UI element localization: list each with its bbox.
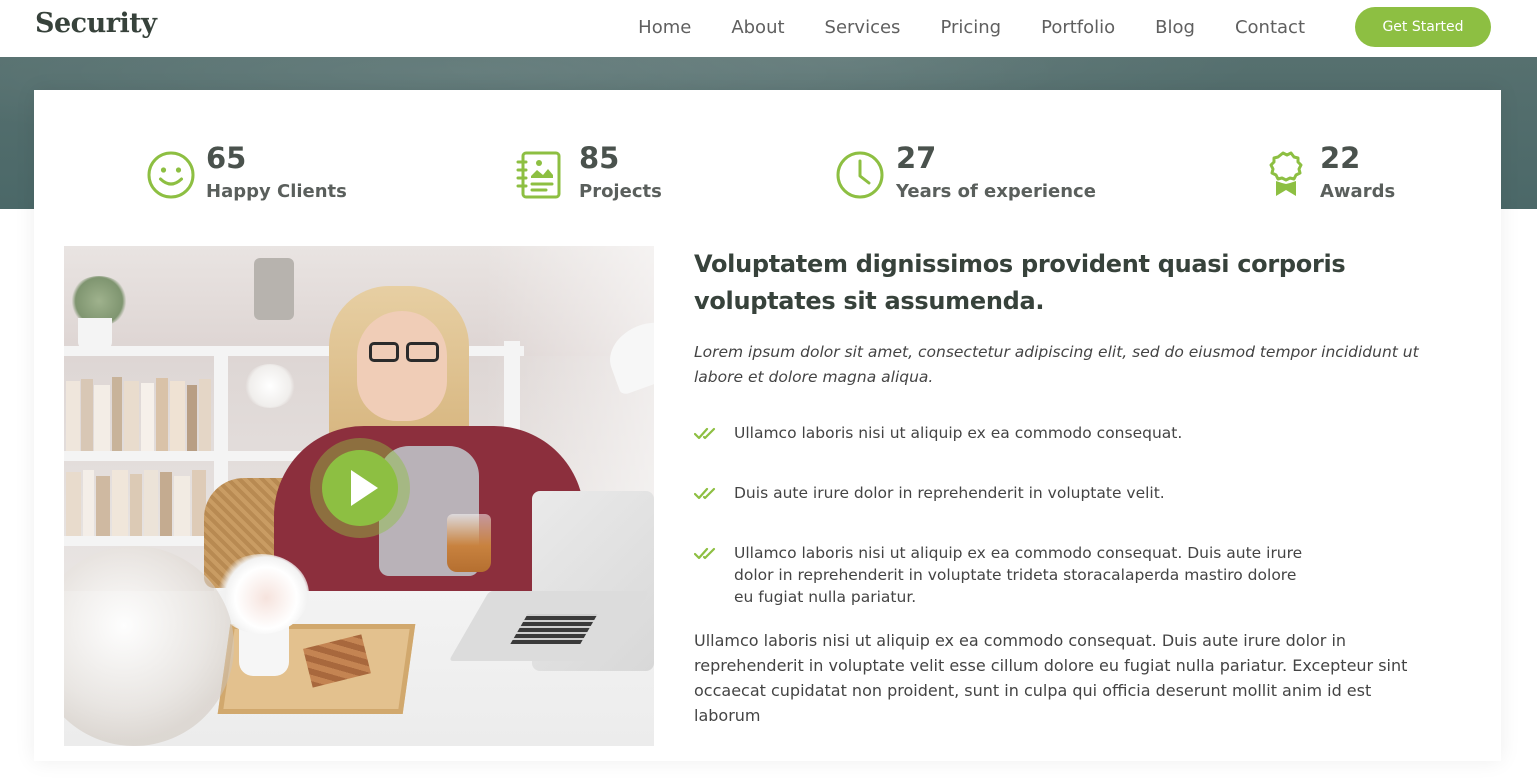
about-content: Voluptatem dignissimos provident quasi c… — [694, 246, 1454, 725]
nav-blog[interactable]: Blog — [1155, 15, 1195, 41]
check-text: Duis aute irure dolor in reprehenderit i… — [734, 484, 1165, 502]
check-item: Duis aute irure dolor in reprehenderit i… — [694, 482, 1304, 504]
award-icon — [1269, 151, 1303, 196]
stat-label: Projects — [579, 181, 662, 202]
video-play-button[interactable] — [310, 438, 410, 538]
stat-value: 27 — [896, 141, 937, 175]
about-title: Voluptatem dignissimos provident quasi c… — [694, 250, 1346, 315]
lantern — [254, 258, 294, 320]
stat-value: 65 — [206, 141, 247, 175]
check-item: Ullamco laboris nisi ut aliquip ex ea co… — [694, 422, 1304, 444]
glasses-left — [369, 342, 399, 362]
get-started-button[interactable]: Get Started — [1355, 7, 1491, 47]
stat-label: Years of experience — [896, 181, 1096, 202]
nav-contact[interactable]: Contact — [1235, 15, 1305, 41]
play-triangle — [351, 470, 378, 506]
shelf-flowers — [244, 364, 296, 408]
nav-services[interactable]: Services — [825, 15, 901, 41]
check-text: Ullamco laboris nisi ut aliquip ex ea co… — [734, 544, 1303, 606]
books-row-1 — [66, 376, 212, 451]
nav-about[interactable]: About — [731, 15, 784, 41]
nav-pricing[interactable]: Pricing — [940, 15, 1001, 41]
plant-pot — [78, 318, 112, 350]
tea-glass — [447, 514, 491, 572]
books-row-2 — [66, 468, 212, 536]
about-lead: Lorem ipsum dolor sit amet, consectetur … — [694, 343, 1419, 386]
stat-value: 22 — [1320, 141, 1361, 175]
about-paragraph: Ullamco laboris nisi ut aliquip ex ea co… — [694, 631, 1408, 725]
play-icon[interactable] — [322, 450, 398, 526]
double-check-icon — [694, 427, 716, 440]
glasses-right — [406, 342, 439, 362]
check-text: Ullamco laboris nisi ut aliquip ex ea co… — [734, 424, 1183, 442]
stat-value: 85 — [579, 141, 620, 175]
nav-portfolio[interactable]: Portfolio — [1041, 15, 1115, 41]
smile-icon — [147, 151, 195, 199]
double-check-icon — [694, 547, 716, 560]
nav-home[interactable]: Home — [638, 15, 691, 41]
about-video-thumbnail[interactable] — [64, 246, 654, 746]
person-face — [357, 311, 447, 421]
site-logo[interactable]: Security — [35, 8, 157, 39]
journal-richtext-icon — [516, 151, 561, 199]
site-header: Security Home About Services Pricing Por… — [0, 0, 1537, 57]
stat-label: Awards — [1320, 181, 1396, 202]
double-check-icon — [694, 487, 716, 500]
main-nav: Home About Services Pricing Portfolio Bl… — [598, 15, 1305, 41]
about-card: 65 Happy Clients 85 Projects 27 Years of… — [34, 90, 1501, 761]
check-item: Ullamco laboris nisi ut aliquip ex ea co… — [694, 542, 1304, 608]
stat-label: Happy Clients — [206, 181, 347, 202]
clock-icon — [836, 151, 884, 199]
